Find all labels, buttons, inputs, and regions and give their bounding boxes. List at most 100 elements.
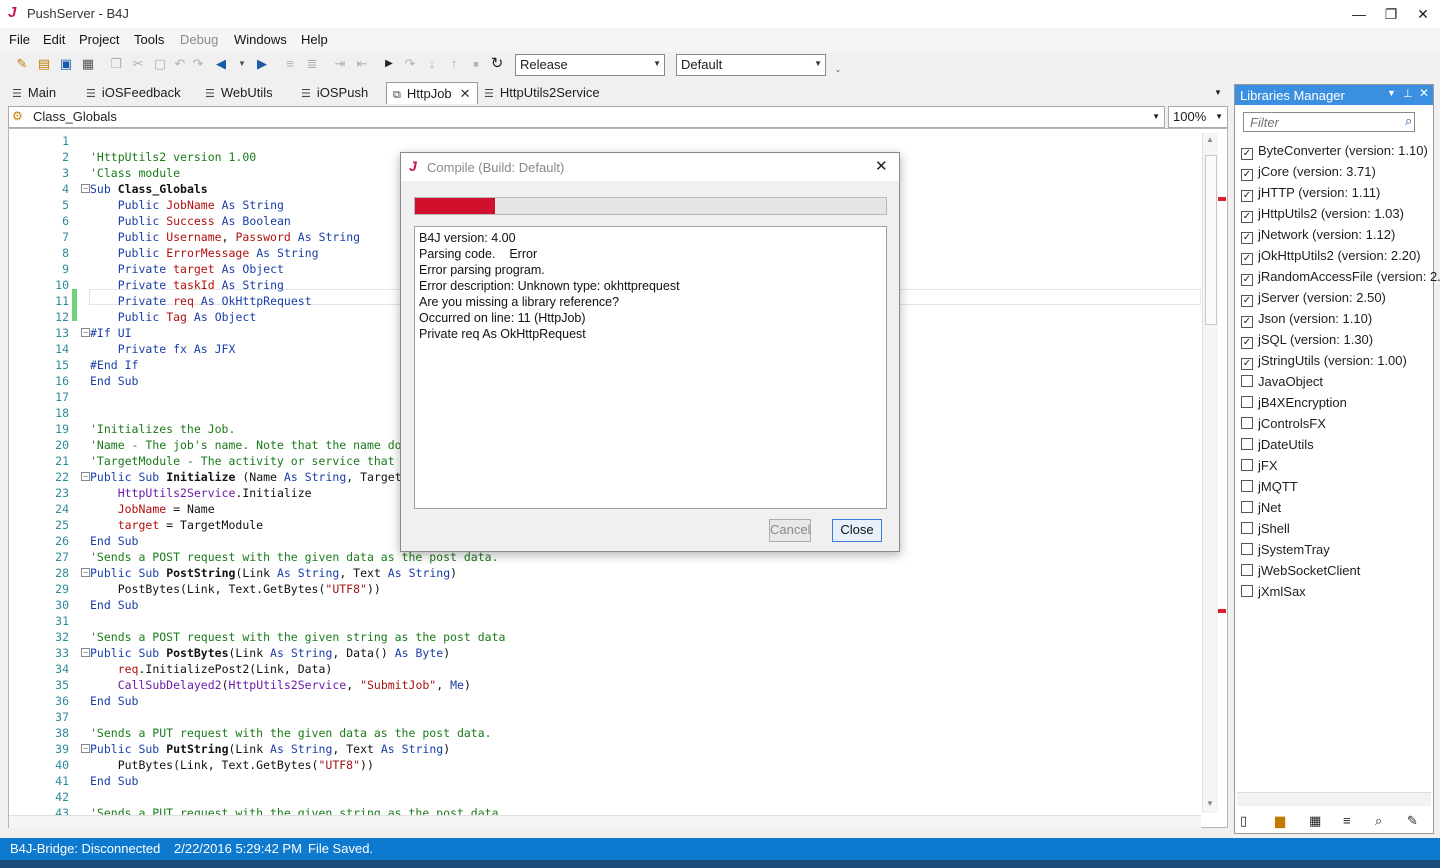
code-line[interactable]: End Sub	[90, 773, 138, 789]
library-checkbox[interactable]	[1241, 501, 1253, 513]
library-checkbox[interactable]: ✓	[1241, 295, 1253, 307]
redo-icon[interactable]: ↷	[190, 56, 206, 72]
library-item[interactable]: ✓ jRandomAccessFile (version: 2.1	[1241, 269, 1440, 290]
library-checkbox[interactable]: ✓	[1241, 169, 1253, 181]
horizontal-scrollbar[interactable]	[9, 815, 1201, 829]
code-line[interactable]: PostBytes(Link, Text.GetBytes("UTF8"))	[90, 581, 381, 597]
code-line[interactable]: Public Sub PutString(Link As String, Tex…	[90, 741, 450, 757]
step-over-icon[interactable]: ↷	[402, 56, 418, 72]
outdent-icon[interactable]: ⇤	[354, 56, 370, 72]
library-checkbox[interactable]: ✓	[1241, 316, 1253, 328]
library-item[interactable]: ✓ jNetwork (version: 1.12)	[1241, 227, 1395, 248]
code-line[interactable]: Public Sub Initialize (Name As String, T…	[90, 469, 402, 485]
error-marker[interactable]	[1218, 609, 1226, 613]
library-checkbox[interactable]: ✓	[1241, 358, 1253, 370]
cancel-button[interactable]: Cancel	[769, 519, 811, 542]
comment-block-icon[interactable]: ≡	[282, 56, 298, 72]
code-line[interactable]: HttpUtils2Service.Initialize	[90, 485, 312, 501]
copy-icon[interactable]: ❐	[108, 56, 124, 72]
fold-toggle-icon[interactable]: −	[81, 328, 90, 337]
library-item[interactable]: ✓ Json (version: 1.10)	[1241, 311, 1372, 332]
fold-toggle-icon[interactable]: −	[81, 568, 90, 577]
code-line[interactable]: #End If	[90, 357, 138, 373]
error-marker[interactable]	[1218, 197, 1226, 201]
library-item[interactable]: ✓ jOkHttpUtils2 (version: 2.20)	[1241, 248, 1421, 269]
library-item[interactable]: ✓ jCore (version: 3.71)	[1241, 164, 1376, 185]
folder-icon[interactable]: ▆	[1275, 813, 1285, 829]
library-checkbox[interactable]	[1241, 375, 1253, 387]
tabs-overflow-icon[interactable]: ▼	[1214, 88, 1222, 97]
library-checkbox[interactable]: ✓	[1241, 148, 1253, 160]
tab-httputils2service[interactable]: ☰ HttpUtils2Service	[478, 82, 606, 104]
library-item[interactable]: ✓ jHttpUtils2 (version: 1.03)	[1241, 206, 1404, 227]
save-all-icon[interactable]: ▦	[80, 56, 96, 72]
code-line[interactable]: Public ErrorMessage As String	[90, 245, 319, 261]
fold-toggle-icon[interactable]: −	[81, 648, 90, 657]
library-checkbox[interactable]	[1241, 543, 1253, 555]
pin-icon[interactable]: ⊥	[1403, 87, 1413, 100]
menu-debug[interactable]: Debug	[180, 32, 218, 47]
find-icon[interactable]: ⌕	[1375, 813, 1382, 829]
library-item[interactable]: jFX	[1241, 458, 1278, 479]
tab-main[interactable]: ☰ Main	[6, 82, 62, 104]
library-checkbox[interactable]	[1241, 438, 1253, 450]
close-dialog-icon[interactable]: ✕	[875, 157, 888, 175]
library-checkbox[interactable]: ✓	[1241, 211, 1253, 223]
code-line[interactable]: 'Sends a PUT request with the given data…	[90, 725, 492, 741]
library-item[interactable]: jWebSocketClient	[1241, 563, 1360, 584]
run-icon[interactable]: ▶	[381, 56, 397, 72]
search-icon[interactable]: ⌕	[1405, 113, 1412, 129]
library-filter-input[interactable]	[1243, 112, 1415, 132]
library-checkbox[interactable]	[1241, 585, 1253, 597]
indent-icon[interactable]: ⇥	[332, 56, 348, 72]
library-item[interactable]: jShell	[1241, 521, 1290, 542]
menu-tools[interactable]: Tools	[134, 32, 164, 47]
fold-toggle-icon[interactable]: −	[81, 472, 90, 481]
uncomment-block-icon[interactable]: ≣	[304, 56, 320, 72]
library-item[interactable]: jB4XEncryption	[1241, 395, 1347, 416]
code-line[interactable]: Private target As Object	[90, 261, 284, 277]
undo-icon[interactable]: ↶	[172, 56, 188, 72]
tab-httpjob[interactable]: ⧉ HttpJob ✕	[386, 82, 478, 104]
code-line[interactable]: Sub Class_Globals	[90, 181, 208, 197]
code-line[interactable]: Public Username, Password As String	[90, 229, 360, 245]
tab-iosfeedback[interactable]: ☰ iOSFeedback	[80, 82, 187, 104]
panel-menu-icon[interactable]: ▼	[1387, 88, 1396, 98]
library-item[interactable]: jControlsFX	[1241, 416, 1326, 437]
menu-windows[interactable]: Windows	[234, 32, 287, 47]
open-folder-icon[interactable]: ▤	[36, 56, 52, 72]
library-item[interactable]: jXmlSax	[1241, 584, 1306, 605]
zoom-select[interactable]: 100% ▼	[1168, 106, 1228, 128]
close-tab-icon[interactable]: ✕	[460, 86, 471, 101]
modules-icon[interactable]: ▦	[1309, 813, 1321, 829]
back-dropdown-icon[interactable]: ▼	[234, 56, 250, 72]
code-line[interactable]: End Sub	[90, 373, 138, 389]
sub-selector[interactable]: Class_Globals ▼	[8, 106, 1165, 128]
restore-icon[interactable]: ❐	[1376, 2, 1406, 26]
step-out-icon[interactable]: ↑	[446, 56, 462, 72]
vertical-scrollbar[interactable]: ▲ ▼	[1202, 133, 1218, 813]
code-line[interactable]: Public JobName As String	[90, 197, 284, 213]
book-icon[interactable]: ▯	[1240, 813, 1247, 829]
build-target-select[interactable]: Default ▼	[676, 54, 826, 76]
code-line[interactable]: JobName = Name	[90, 501, 215, 517]
library-item[interactable]: ✓ jSQL (version: 1.30)	[1241, 332, 1373, 353]
library-item[interactable]: ✓ ByteConverter (version: 1.10)	[1241, 143, 1428, 164]
library-checkbox[interactable]	[1241, 396, 1253, 408]
library-item[interactable]: JavaObject	[1241, 374, 1323, 395]
code-line[interactable]: Public Sub PostString(Link As String, Te…	[90, 565, 457, 581]
code-line[interactable]: End Sub	[90, 693, 138, 709]
tab-webutils[interactable]: ☰ WebUtils	[199, 82, 279, 104]
library-item[interactable]: jNet	[1241, 500, 1281, 521]
library-checkbox[interactable]	[1241, 459, 1253, 471]
code-line[interactable]: CallSubDelayed2(HttpUtils2Service, "Subm…	[90, 677, 471, 693]
library-horizontal-scrollbar[interactable]	[1237, 792, 1431, 806]
library-item[interactable]: ✓ jStringUtils (version: 1.00)	[1241, 353, 1407, 374]
code-line[interactable]: #If UI	[90, 325, 132, 341]
library-checkbox[interactable]	[1241, 564, 1253, 576]
scroll-thumb[interactable]	[1205, 155, 1217, 325]
library-checkbox[interactable]: ✓	[1241, 253, 1253, 265]
menu-edit[interactable]: Edit	[43, 32, 65, 47]
code-line[interactable]: target = TargetModule	[90, 517, 263, 533]
close-button[interactable]: Close	[832, 519, 882, 542]
